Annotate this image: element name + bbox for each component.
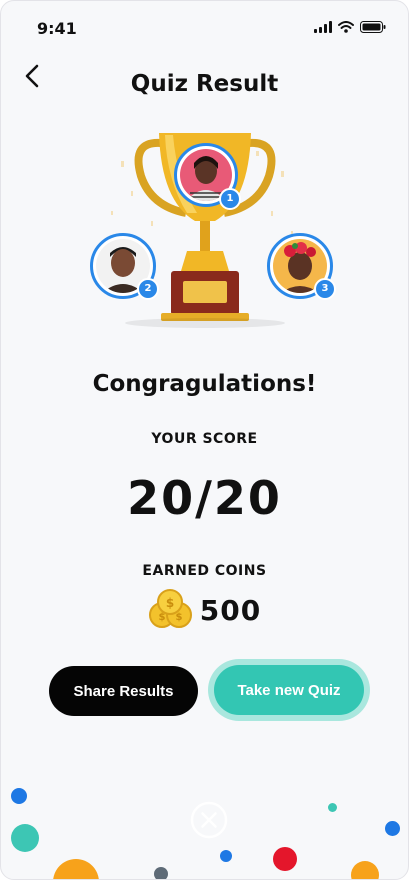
confetti-dot — [385, 821, 400, 836]
close-icon[interactable] — [190, 801, 228, 839]
coins-value: 500 — [199, 593, 262, 627]
confetti-dot — [11, 788, 27, 804]
wifi-icon — [338, 21, 354, 33]
battery-icon — [360, 21, 386, 33]
confetti-dot — [351, 861, 379, 879]
winner-avatar[interactable]: 1 — [174, 143, 241, 210]
status-icons — [314, 21, 386, 33]
rank-badge: 3 — [314, 278, 336, 300]
score-label: YOUR SCORE — [151, 431, 258, 447]
score-value: 20/20 — [127, 471, 282, 525]
coins-icon: $ $ $ — [148, 589, 192, 628]
third-place-avatar[interactable]: 3 — [267, 233, 336, 300]
page-title: Quiz Result — [130, 71, 279, 97]
confetti-dot — [220, 850, 232, 862]
share-results-button[interactable]: Share Results — [49, 666, 198, 716]
congrats-heading: Congragulations! — [92, 371, 317, 397]
confetti-dot — [328, 803, 337, 812]
rank-badge: 1 — [219, 188, 241, 210]
coins-row: $ $ $ 500 — [1, 589, 408, 631]
rank-badge: 2 — [137, 278, 159, 300]
status-bar: 9:41 — [1, 1, 408, 49]
svg-text:$: $ — [158, 612, 165, 623]
svg-text:$: $ — [166, 596, 174, 610]
signal-icon — [314, 21, 332, 33]
confetti-dot — [11, 824, 39, 852]
confetti-dot — [53, 859, 99, 879]
take-new-quiz-glow: Take new Quiz — [208, 659, 370, 721]
take-new-quiz-button[interactable]: Take new Quiz — [214, 665, 364, 715]
second-place-avatar[interactable]: 2 — [90, 233, 159, 300]
confetti-dot — [154, 867, 168, 879]
svg-text:$: $ — [175, 612, 182, 623]
coins-label: EARNED COINS — [142, 563, 267, 579]
status-time: 9:41 — [37, 19, 77, 38]
podium: 1 2 3 — [1, 121, 408, 341]
quiz-result-screen: 9:41 Quiz Result 1 2 3 Congragulations! … — [0, 0, 409, 880]
confetti-dot — [273, 847, 297, 871]
